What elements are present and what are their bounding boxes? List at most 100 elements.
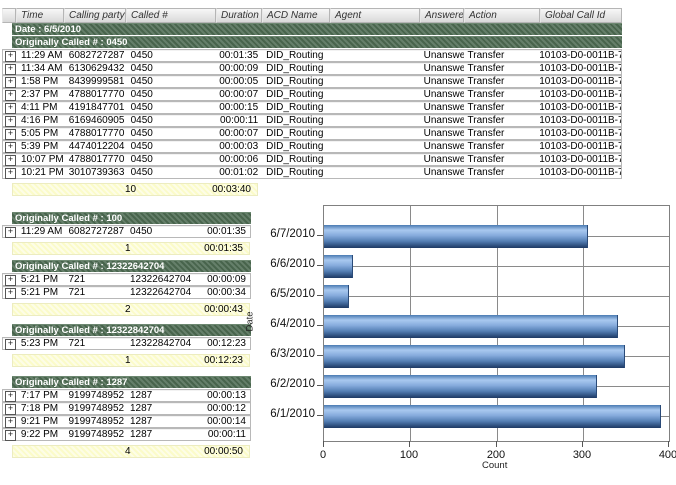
cell-action: Transfer [464, 167, 540, 178]
cell-calling: 9199748952 [65, 429, 127, 440]
table-row[interactable]: +10:21 PM3010739363045000:01:02DID_Routi… [2, 166, 622, 179]
cell-time: 2:37 PM [17, 89, 65, 100]
cell-gcid: 10103-D0-0011B-768 [539, 50, 621, 61]
group-summary-row: 100:12:23 [12, 354, 250, 367]
cell-action: Transfer [464, 76, 540, 87]
cell-action: Transfer [464, 50, 540, 61]
expand-cell: + [3, 128, 17, 139]
expand-icon[interactable]: + [5, 77, 16, 88]
cell-agent [330, 76, 420, 87]
cell-gcid: 10103-D0-0011B-773 [539, 115, 621, 126]
expand-icon[interactable]: + [5, 288, 16, 299]
expand-icon[interactable]: + [5, 391, 16, 402]
table-row[interactable]: +10:07 PM4788017770045000:00:06DID_Routi… [2, 153, 622, 166]
expand-icon[interactable]: + [5, 404, 16, 415]
expand-icon[interactable]: + [5, 116, 16, 127]
cell-calling: 4191847701 [65, 102, 127, 113]
cell-agent [330, 141, 420, 152]
table-row[interactable]: +5:21 PM7211232264270400:00:34 [2, 286, 251, 299]
column-header-expand[interactable] [2, 8, 16, 23]
table-row[interactable]: +7:18 PM9199748952128700:00:12 [2, 402, 251, 415]
table-row[interactable]: +9:22 PM9199748952128700:00:11 [2, 428, 251, 441]
column-header-duration[interactable]: Duration [216, 8, 262, 23]
cell-duration: 00:00:14 [197, 416, 250, 427]
table-row[interactable]: +5:39 PM4474012204045000:00:03DID_Routin… [2, 140, 622, 153]
expand-cell: + [3, 76, 17, 87]
expand-icon[interactable]: + [5, 168, 16, 179]
cell-agent [330, 50, 420, 61]
column-header-answered[interactable]: Answered [420, 8, 464, 23]
column-header-time[interactable]: Time [16, 8, 64, 23]
expand-icon[interactable]: + [5, 129, 16, 140]
expand-cell: + [3, 226, 17, 237]
cell-time: 10:07 PM [17, 154, 65, 165]
table-row[interactable]: +4:16 PM6169460905045000:00:11DID_Routin… [2, 114, 622, 127]
cell-calling: 6082727287 [65, 226, 127, 237]
cell-called: 12322642704 [126, 287, 197, 298]
cell-called: 0450 [127, 154, 217, 165]
expand-icon[interactable]: + [5, 142, 16, 153]
cell-duration: 00:00:15 [216, 102, 262, 113]
table-row[interactable]: +5:05 PM4788017770045000:00:07DID_Routin… [2, 127, 622, 140]
column-header-called-[interactable]: Called # [126, 8, 216, 23]
table-row[interactable]: +11:29 AM6082727287045000:01:35DID_Routi… [2, 49, 622, 62]
cell-called: 0450 [127, 128, 217, 139]
expand-icon[interactable]: + [5, 339, 16, 350]
group-header-band[interactable]: Originally Called # : 12322842704 [12, 324, 251, 336]
table-row[interactable]: +1:58 PM8439999581045000:00:05DID_Routin… [2, 75, 622, 88]
cell-duration: 00:01:35 [216, 50, 262, 61]
cell-gcid: 10103-D0-0011B-772 [539, 102, 621, 113]
report-groups: Originally Called # : 0450+11:29 AM60827… [0, 36, 676, 458]
expand-cell: + [3, 429, 17, 440]
cell-called: 1287 [126, 416, 197, 427]
cell-gcid: 10103-D0-0011B-77F [539, 167, 621, 178]
expand-icon[interactable]: + [5, 103, 16, 114]
cell-calling: 721 [65, 338, 127, 349]
cell-called: 1287 [126, 403, 197, 414]
table-row[interactable]: +5:21 PM7211232264270400:00:09 [2, 273, 251, 286]
expand-icon[interactable]: + [5, 275, 16, 286]
cell-called: 0450 [126, 226, 197, 237]
expand-icon[interactable]: + [5, 64, 16, 75]
expand-icon[interactable]: + [5, 51, 16, 62]
table-row[interactable]: +5:23 PM7211232284270400:12:23 [2, 337, 251, 350]
cell-acd: DID_Routing [262, 76, 330, 87]
call-report-table: TimeCalling party #Called #DurationACD N… [0, 8, 676, 458]
summary-count: 1 [125, 243, 131, 255]
group-header-band[interactable]: Originally Called # : 1287 [12, 376, 251, 388]
table-row[interactable]: +7:17 PM9199748952128700:00:13 [2, 389, 251, 402]
table-row[interactable]: +11:29 AM6082727287045000:01:35 [2, 225, 251, 238]
cell-called: 0450 [127, 50, 217, 61]
cell-calling: 4788017770 [65, 89, 127, 100]
expand-cell: + [3, 89, 17, 100]
expand-icon[interactable]: + [5, 90, 16, 101]
table-row[interactable]: +9:21 PM9199748952128700:00:14 [2, 415, 251, 428]
column-header-acd-name[interactable]: ACD Name [262, 8, 330, 23]
column-header-calling-party-[interactable]: Calling party # [64, 8, 126, 23]
report-group: Originally Called # : 100+11:29 AM608272… [0, 212, 676, 255]
summary-duration: 00:00:43 [204, 304, 243, 316]
expand-icon[interactable]: + [5, 155, 16, 166]
table-row[interactable]: +11:34 AM6130629432045000:00:09DID_Routi… [2, 62, 622, 75]
cell-answered: Unanswered [420, 89, 464, 100]
summary-count: 2 [125, 304, 131, 316]
expand-icon[interactable]: + [5, 430, 16, 441]
summary-count: 4 [125, 446, 131, 458]
table-row[interactable]: +2:37 PM4788017770045000:00:07DID_Routin… [2, 88, 622, 101]
column-header-agent[interactable]: Agent [330, 8, 420, 23]
group-header-band[interactable]: Originally Called # : 12322642704 [12, 260, 251, 272]
cell-called: 0450 [127, 89, 217, 100]
column-header-global-call-id[interactable]: Global Call Id [540, 8, 622, 23]
expand-cell: + [3, 102, 17, 113]
expand-icon[interactable]: + [5, 227, 16, 238]
expand-cell: + [3, 154, 17, 165]
column-header-action[interactable]: Action [464, 8, 540, 23]
group-header-band[interactable]: Originally Called # : 0450 [12, 36, 622, 48]
group-header-band[interactable]: Originally Called # : 100 [12, 212, 251, 224]
summary-duration: 00:12:23 [204, 355, 243, 367]
summary-duration: 00:01:35 [204, 243, 243, 255]
expand-icon[interactable]: + [5, 417, 16, 428]
cell-action: Transfer [464, 102, 540, 113]
cell-duration: 00:00:09 [197, 274, 250, 285]
table-row[interactable]: +4:11 PM4191847701045000:00:15DID_Routin… [2, 101, 622, 114]
